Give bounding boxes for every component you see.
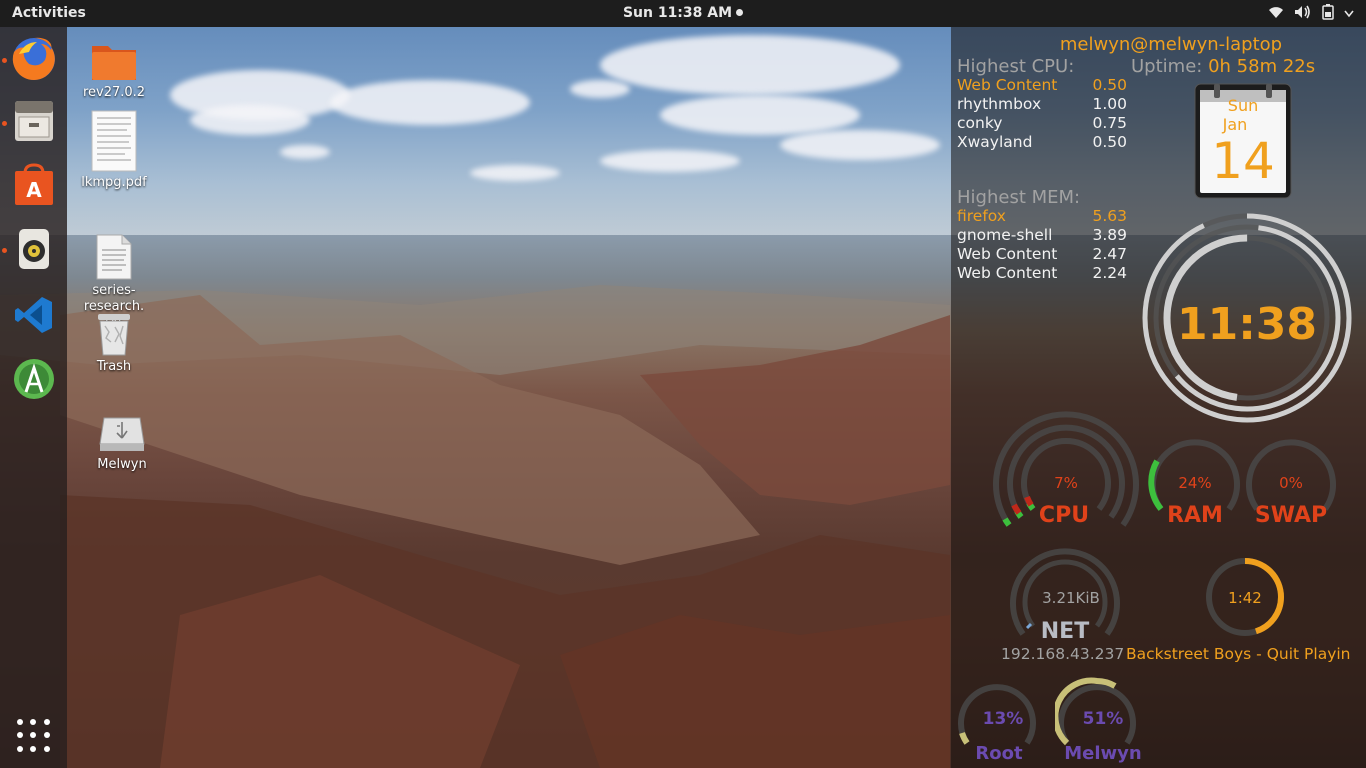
cpu-process-row: Web Content 0.50 [957,76,1127,94]
dock-android-studio[interactable] [10,355,57,402]
show-applications-icon[interactable] [17,719,51,753]
conky-panel: melwyn@melwyn-laptop Highest CPU: Uptime… [951,27,1366,768]
process-name: firefox [957,207,1006,225]
dock-files[interactable] [10,97,57,144]
volume-icon [1294,5,1312,23]
mem-process-row: Web Content 2.24 [957,264,1127,282]
home-label: Melwyn [1064,743,1142,764]
swap-value: 0% [1279,474,1303,492]
system-tray[interactable] [1268,4,1354,24]
running-indicator [2,121,7,126]
running-indicator [2,58,7,63]
music-title: Backstreet Boys - Quit Playin [1126,645,1351,663]
process-name: conky [957,114,1003,132]
calendar-widget: Sun Jan 14 [1194,82,1292,200]
process-name: Web Content [957,76,1058,94]
text-file-icon [96,218,132,280]
top-bar: Activities Sun 11:38 AM [0,0,1366,27]
process-value: 2.47 [1092,245,1127,263]
process-name: Web Content [957,245,1058,263]
net-value: 3.21KiB [1042,589,1100,607]
dock: A [0,27,67,768]
mem-process-row: gnome-shell 3.89 [957,226,1127,244]
dock-rhythmbox[interactable] [10,225,57,272]
desktop-icon-drive[interactable]: Melwyn [72,414,172,473]
swap-label: SWAP [1254,503,1328,528]
net-ip: 192.168.43.237 [1001,645,1125,663]
desktop-icon-folder[interactable]: rev27.0.2 [64,40,164,101]
home-value: 51% [1082,709,1124,729]
battery-icon [1322,4,1334,24]
desktop-icon-pdf[interactable]: lkmpg.pdf [64,110,164,191]
ram-label: RAM [1167,503,1223,528]
process-value: 5.63 [1092,207,1127,225]
process-name: rhythmbox [957,95,1042,113]
clock-label: Sun 11:38 AM [622,5,733,21]
folder-icon [90,40,138,82]
calendar-date: 14 [1211,132,1275,190]
desktop-icon-trash[interactable]: Trash [64,312,164,375]
desktop-icon-label: rev27.0.2 [82,85,146,100]
uptime-value: 0h 58m 22s [1208,56,1316,77]
process-name: gnome-shell [957,226,1053,244]
process-value: 0.50 [1092,76,1127,94]
root-label: Root [975,743,1023,764]
process-name: Xwayland [957,133,1033,151]
rhythmbox-icon [18,228,49,269]
process-value: 3.89 [1092,226,1127,244]
process-value: 1.00 [1092,95,1127,113]
cpu-process-row: rhythmbox 1.00 [957,95,1127,113]
files-icon [14,100,53,141]
dock-vscode[interactable] [10,291,57,338]
uptime-label: Uptime: [1131,56,1203,77]
mem-process-row: firefox 5.63 [957,207,1127,225]
clock-button[interactable]: Sun 11:38 AM [0,5,1366,21]
root-value: 13% [982,709,1024,729]
process-value: 2.24 [1092,264,1127,282]
process-name: Web Content [957,264,1058,282]
music-time: 1:42 [1228,589,1262,607]
software-center-icon: A [14,162,53,205]
pdf-file-icon [91,110,137,172]
net-label: NET [1040,619,1090,644]
usb-drive-icon [98,414,146,454]
cpu-header: Highest CPU: [957,56,1075,77]
mem-header: Highest MEM: [957,187,1081,208]
cpu-process-row: conky 0.75 [957,114,1127,132]
uptime: Uptime: 0h 58m 22s [1131,56,1315,77]
process-value: 0.75 [1092,114,1127,132]
mem-process-row: Web Content 2.47 [957,245,1127,263]
system-menu-icon [1344,6,1354,22]
desktop-icon-label: Trash [96,359,132,374]
vscode-icon [14,296,52,333]
dock-firefox[interactable] [10,35,57,82]
svg-text:A: A [26,178,42,202]
ram-value: 24% [1178,474,1212,492]
dock-software-center[interactable]: A [10,161,57,208]
cpu-label: CPU [1038,503,1090,528]
running-indicator [2,248,7,253]
wifi-icon [1268,5,1284,23]
trash-icon [95,312,133,356]
firefox-icon [12,37,55,80]
desktop-icon-label: lkmpg.pdf [81,175,147,190]
user-host: melwyn@melwyn-laptop [1059,34,1283,55]
conky-time: 11:38 [1176,299,1318,350]
notification-dot-icon [736,9,744,16]
desktop-icon-label: Melwyn [97,457,147,472]
cpu-process-row: Xwayland 0.50 [957,133,1127,151]
android-studio-icon [13,358,54,399]
process-value: 0.50 [1092,133,1127,151]
calendar-day: Sun [1227,96,1259,115]
cpu-value: 7% [1054,474,1078,492]
